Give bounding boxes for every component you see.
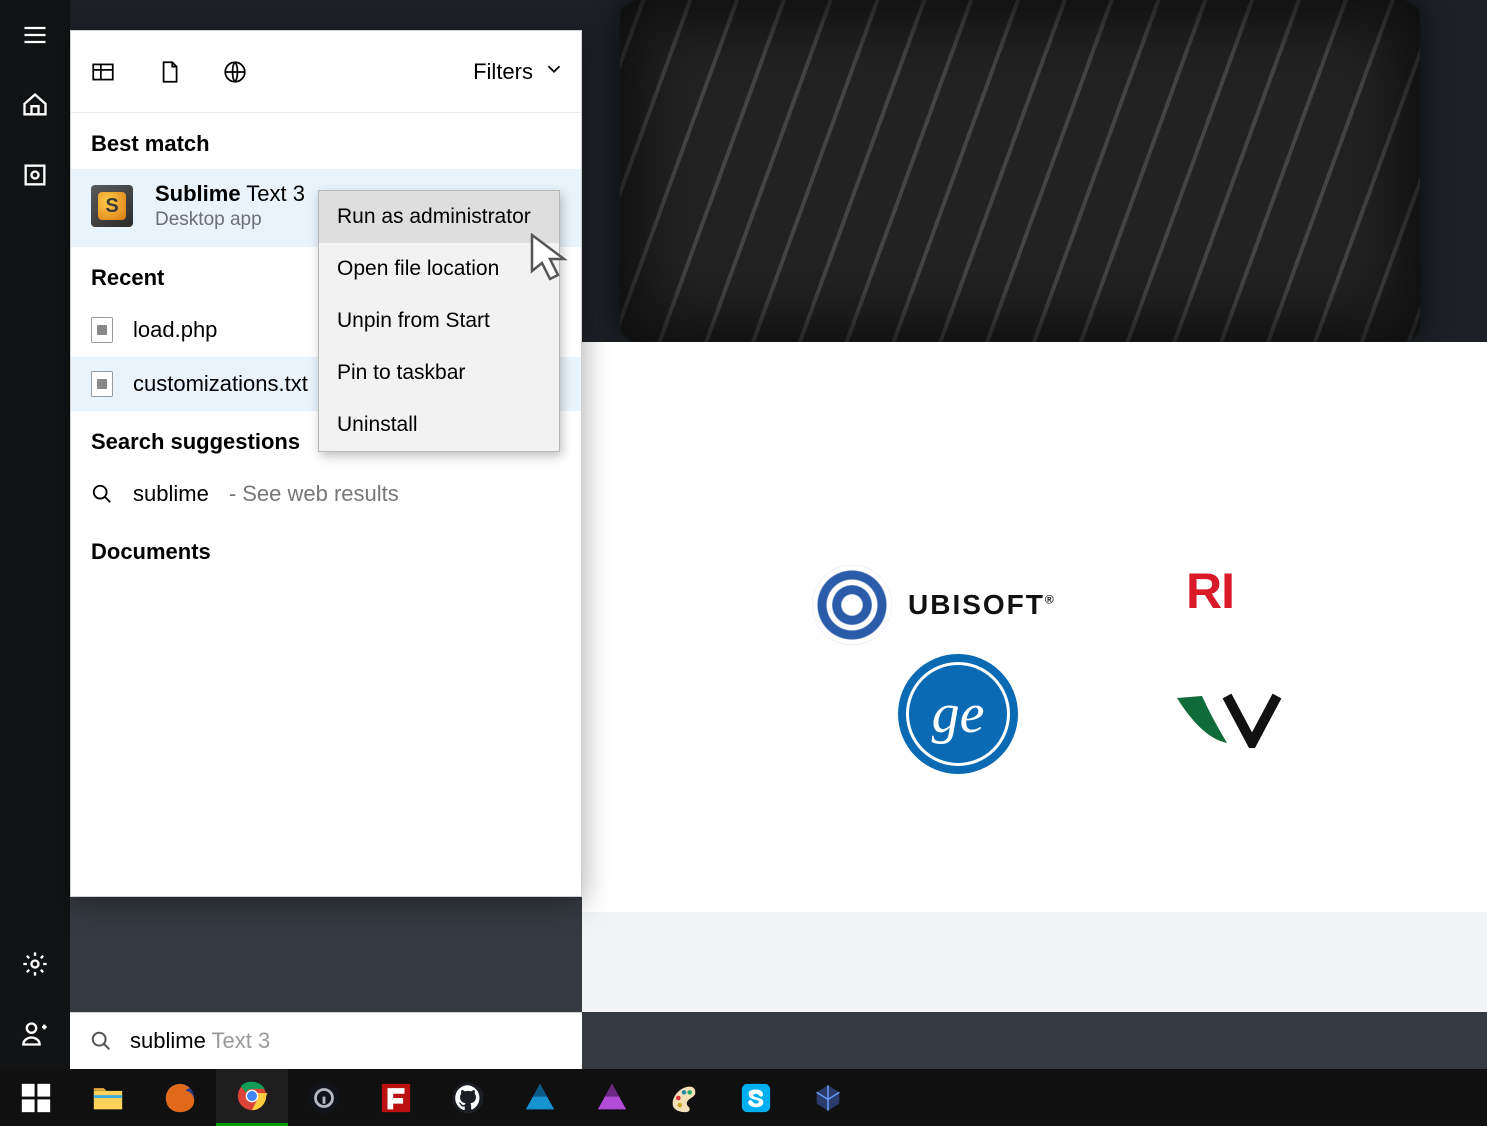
ubisoft-wordmark: UBISOFT®: [908, 589, 1056, 621]
search-typed-text: sublime Text 3: [130, 1028, 270, 1054]
taskbar-file-explorer[interactable]: [72, 1069, 144, 1126]
suggestion-hint: - See web results: [229, 481, 399, 507]
web-scope-icon[interactable]: [219, 56, 251, 88]
best-match-title: Sublime Text 3: [155, 181, 305, 207]
ctx-open-file-location[interactable]: Open file location: [319, 243, 559, 295]
section-documents: Documents: [71, 521, 581, 577]
suggestion-query: sublime: [133, 481, 209, 507]
recent-item-name: load.php: [133, 317, 217, 343]
ge-logo: ge: [898, 654, 1018, 774]
context-menu: Run as administrator Open file location …: [318, 190, 560, 452]
search-icon: [90, 1030, 112, 1052]
file-icon: [91, 371, 113, 397]
v-swoosh-logo: [1172, 688, 1282, 748]
settings-icon[interactable]: [0, 929, 70, 999]
chevron-down-icon: [543, 58, 565, 86]
section-best-match: Best match: [71, 113, 581, 169]
home-icon[interactable]: [0, 70, 70, 140]
taskbar-affinity-designer[interactable]: [504, 1069, 576, 1126]
search-input[interactable]: sublime Text 3: [70, 1012, 582, 1069]
recent-item-name: customizations.txt: [133, 371, 308, 397]
taskbar-paint[interactable]: [648, 1069, 720, 1126]
ctx-pin-to-taskbar[interactable]: Pin to taskbar: [319, 347, 559, 399]
hamburger-icon[interactable]: [0, 0, 70, 70]
account-icon[interactable]: [0, 999, 70, 1069]
taskbar-filezilla[interactable]: [360, 1069, 432, 1126]
filters-dropdown[interactable]: Filters: [473, 58, 565, 86]
web-suggestion[interactable]: sublime - See web results: [71, 467, 581, 521]
sublime-text-icon: S: [91, 185, 133, 227]
taskbar-virtualbox[interactable]: [792, 1069, 864, 1126]
documents-scope-icon[interactable]: [153, 56, 185, 88]
file-icon: [91, 317, 113, 343]
start-button[interactable]: [0, 1069, 72, 1126]
taskbar-skype[interactable]: [720, 1069, 792, 1126]
ubisoft-logo: UBISOFT®: [812, 565, 1056, 645]
collection-icon[interactable]: [0, 140, 70, 210]
taskbar-github[interactable]: [432, 1069, 504, 1126]
taskbar-firefox[interactable]: [144, 1069, 216, 1126]
ctx-run-as-admin[interactable]: Run as administrator: [319, 191, 559, 243]
ubisoft-swirl-icon: [812, 565, 892, 645]
hero-image: [620, 0, 1420, 342]
taskbar-affinity-photo[interactable]: [576, 1069, 648, 1126]
taskbar-chrome[interactable]: [216, 1069, 288, 1126]
search-icon: [91, 483, 113, 505]
ctx-uninstall[interactable]: Uninstall: [319, 399, 559, 451]
start-search-panel: Filters Best match S Sublime Text 3 Desk…: [70, 30, 582, 897]
search-scope-tabs: Filters: [71, 31, 581, 113]
taskbar: [0, 1069, 1487, 1126]
best-match-subtitle: Desktop app: [155, 209, 305, 231]
ri-logo-fragment: RI: [1186, 562, 1234, 620]
page-footer-strip: [582, 912, 1487, 1012]
start-side-rail: [0, 0, 70, 1069]
ctx-unpin-from-start[interactable]: Unpin from Start: [319, 295, 559, 347]
filters-label: Filters: [473, 59, 533, 85]
apps-scope-icon[interactable]: [87, 56, 119, 88]
taskbar-password-manager[interactable]: [288, 1069, 360, 1126]
